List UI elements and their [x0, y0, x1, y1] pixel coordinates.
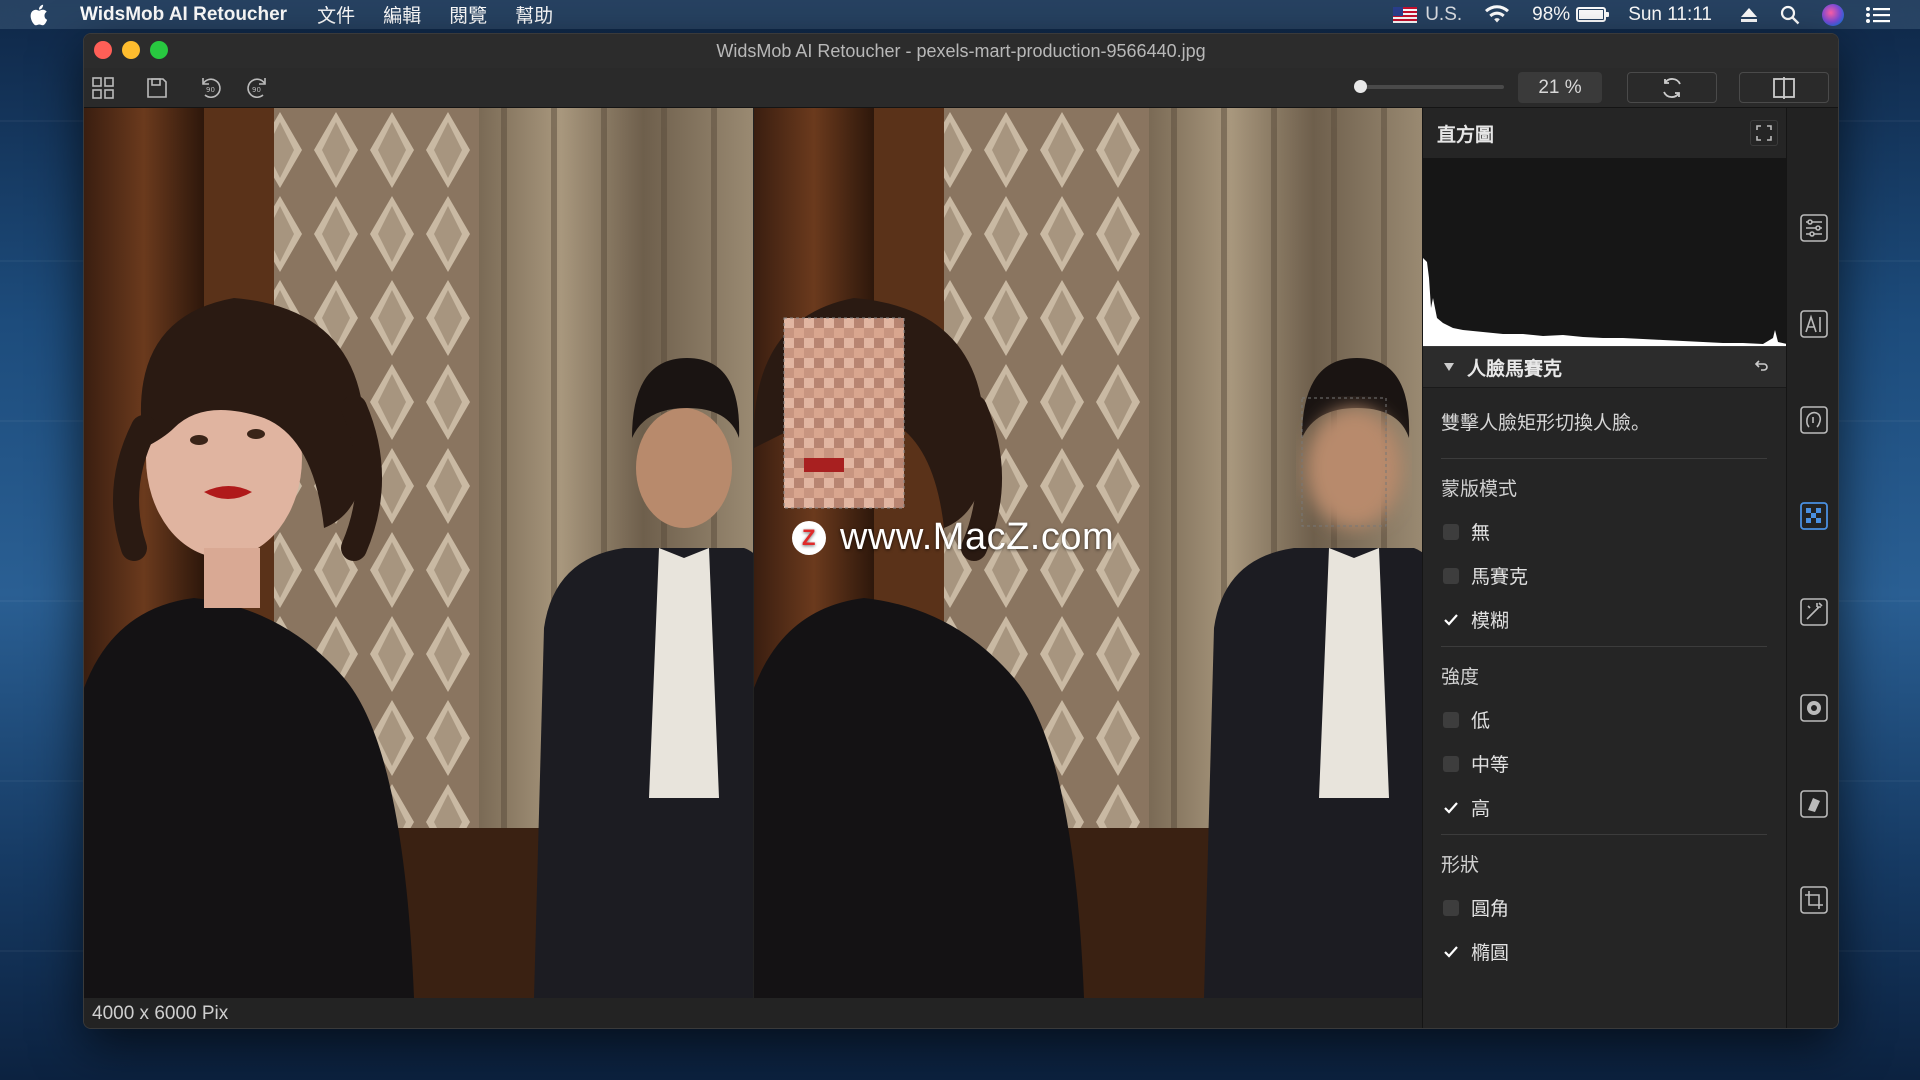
zoom-slider-knob[interactable]	[1354, 80, 1367, 93]
checkmark-icon[interactable]	[1443, 612, 1459, 628]
checkbox[interactable]	[1443, 755, 1459, 772]
expand-icon[interactable]	[1750, 120, 1778, 146]
eject-icon[interactable]	[1740, 7, 1758, 23]
mask-mode-title: 蒙版模式	[1441, 479, 1518, 500]
grid-view-icon[interactable]	[88, 74, 118, 102]
app-menu[interactable]: WidsMob AI Retoucher	[80, 4, 287, 26]
histogram	[1423, 158, 1787, 346]
checkmark-icon[interactable]	[1443, 944, 1459, 960]
zoom-level-field[interactable]: 21 %	[1518, 72, 1602, 103]
minimize-window-button[interactable]	[122, 41, 140, 59]
shape-rounded-option[interactable]: 圓角	[1443, 894, 1509, 921]
histogram-header: 直方圖	[1423, 108, 1786, 158]
save-icon[interactable]	[142, 74, 172, 102]
rotate-left-icon[interactable]: 90	[196, 74, 226, 102]
section-title: 人臉馬賽克	[1467, 358, 1563, 380]
status-bar: 4000 x 6000 Pix	[84, 998, 1422, 1028]
face-icon[interactable]	[1798, 404, 1830, 436]
crop-icon[interactable]	[1798, 884, 1830, 916]
strength-high-option[interactable]: 高	[1443, 794, 1490, 821]
mosaic-icon[interactable]	[1798, 500, 1830, 532]
clock[interactable]: Sun 11:11	[1628, 4, 1712, 26]
us-flag-icon	[1393, 6, 1418, 23]
checkmark-icon[interactable]	[1443, 800, 1459, 816]
mask-mode-none-option[interactable]: 無	[1443, 518, 1490, 545]
checkbox[interactable]	[1443, 899, 1459, 916]
checkbox[interactable]	[1443, 567, 1459, 584]
compare-view-button[interactable]	[1739, 72, 1829, 103]
histogram-title: 直方圖	[1437, 124, 1495, 146]
strength-low-option[interactable]: 低	[1443, 706, 1490, 733]
shape-ellipse-option[interactable]: 橢圓	[1443, 938, 1509, 965]
ai-icon[interactable]	[1798, 308, 1830, 340]
battery-percent: 98%	[1532, 3, 1571, 25]
eraser-icon[interactable]	[1798, 788, 1830, 820]
shape-title: 形狀	[1441, 855, 1480, 876]
rotate-right-icon[interactable]: 90	[242, 74, 272, 102]
strength-medium-option[interactable]: 中等	[1443, 750, 1509, 777]
collapse-triangle-icon	[1444, 363, 1454, 371]
apple-menu-icon[interactable]	[28, 4, 58, 26]
battery-status[interactable]: 98%	[1532, 3, 1610, 26]
side-panel: 直方圖 人臉馬賽克 雙擊人臉矩形切換人臉。 蒙版模式 無 馬賽克 模糊 強度 低…	[1422, 108, 1787, 1028]
face-mosaic-section-header[interactable]: 人臉馬賽克	[1423, 346, 1787, 388]
mask-mode-mosaic-option[interactable]: 馬賽克	[1443, 562, 1528, 589]
menu-bar: WidsMob AI Retoucher 文件 編輯 閱覽 幫助 U.S. 98…	[0, 0, 1920, 29]
refresh-icon	[1663, 77, 1681, 98]
adjust-sliders-icon[interactable]	[1798, 212, 1830, 244]
magic-wand-icon[interactable]	[1798, 596, 1830, 628]
title-bar[interactable]: WidsMob AI Retoucher - pexels-mart-produ…	[84, 34, 1838, 68]
checkbox[interactable]	[1443, 523, 1459, 540]
gear-icon[interactable]	[1798, 692, 1830, 724]
svg-text:90: 90	[252, 86, 261, 94]
image-dimensions: 4000 x 6000 Pix	[92, 1003, 229, 1024]
reset-icon[interactable]	[1753, 359, 1769, 381]
battery-icon	[1576, 7, 1610, 22]
menu-file[interactable]: 文件	[317, 1, 355, 28]
menu-view[interactable]: 閱覽	[449, 1, 487, 28]
input-source-label: U.S.	[1425, 3, 1463, 25]
original-photo	[84, 108, 753, 998]
checkbox[interactable]	[1443, 711, 1459, 728]
strength-title: 強度	[1441, 667, 1480, 688]
split-view-icon	[1773, 76, 1795, 99]
input-source-menu[interactable]: U.S.	[1393, 4, 1462, 26]
app-window: WidsMob AI Retoucher - pexels-mart-produ…	[83, 33, 1839, 1029]
svg-text:90: 90	[206, 86, 215, 94]
mask-mode-blur-option[interactable]: 模糊	[1443, 606, 1509, 633]
image-canvas[interactable]: Z www.MacZ.com	[84, 108, 1422, 998]
window-title: WidsMob AI Retoucher - pexels-mart-produ…	[716, 40, 1206, 61]
zoom-window-button[interactable]	[150, 41, 168, 59]
zoom-slider[interactable]	[1354, 80, 1504, 93]
spotlight-search-icon[interactable]	[1780, 5, 1800, 25]
menu-help[interactable]: 幫助	[515, 1, 553, 28]
close-window-button[interactable]	[94, 41, 112, 59]
panel-description: 雙擊人臉矩形切換人臉。	[1441, 413, 1651, 434]
siri-icon[interactable]	[1822, 3, 1844, 26]
notification-center-icon[interactable]	[1866, 6, 1890, 24]
watermark-logo-icon: Z	[792, 520, 826, 555]
menu-edit[interactable]: 編輯	[383, 1, 421, 28]
watermark-text: www.MacZ.com	[840, 516, 1115, 558]
wifi-icon[interactable]	[1484, 5, 1510, 24]
toolbar: 90 90 21 %	[84, 68, 1838, 108]
watermark: Z www.MacZ.com	[792, 516, 1114, 559]
refresh-button[interactable]	[1627, 72, 1717, 103]
tool-rail	[1786, 108, 1838, 1028]
